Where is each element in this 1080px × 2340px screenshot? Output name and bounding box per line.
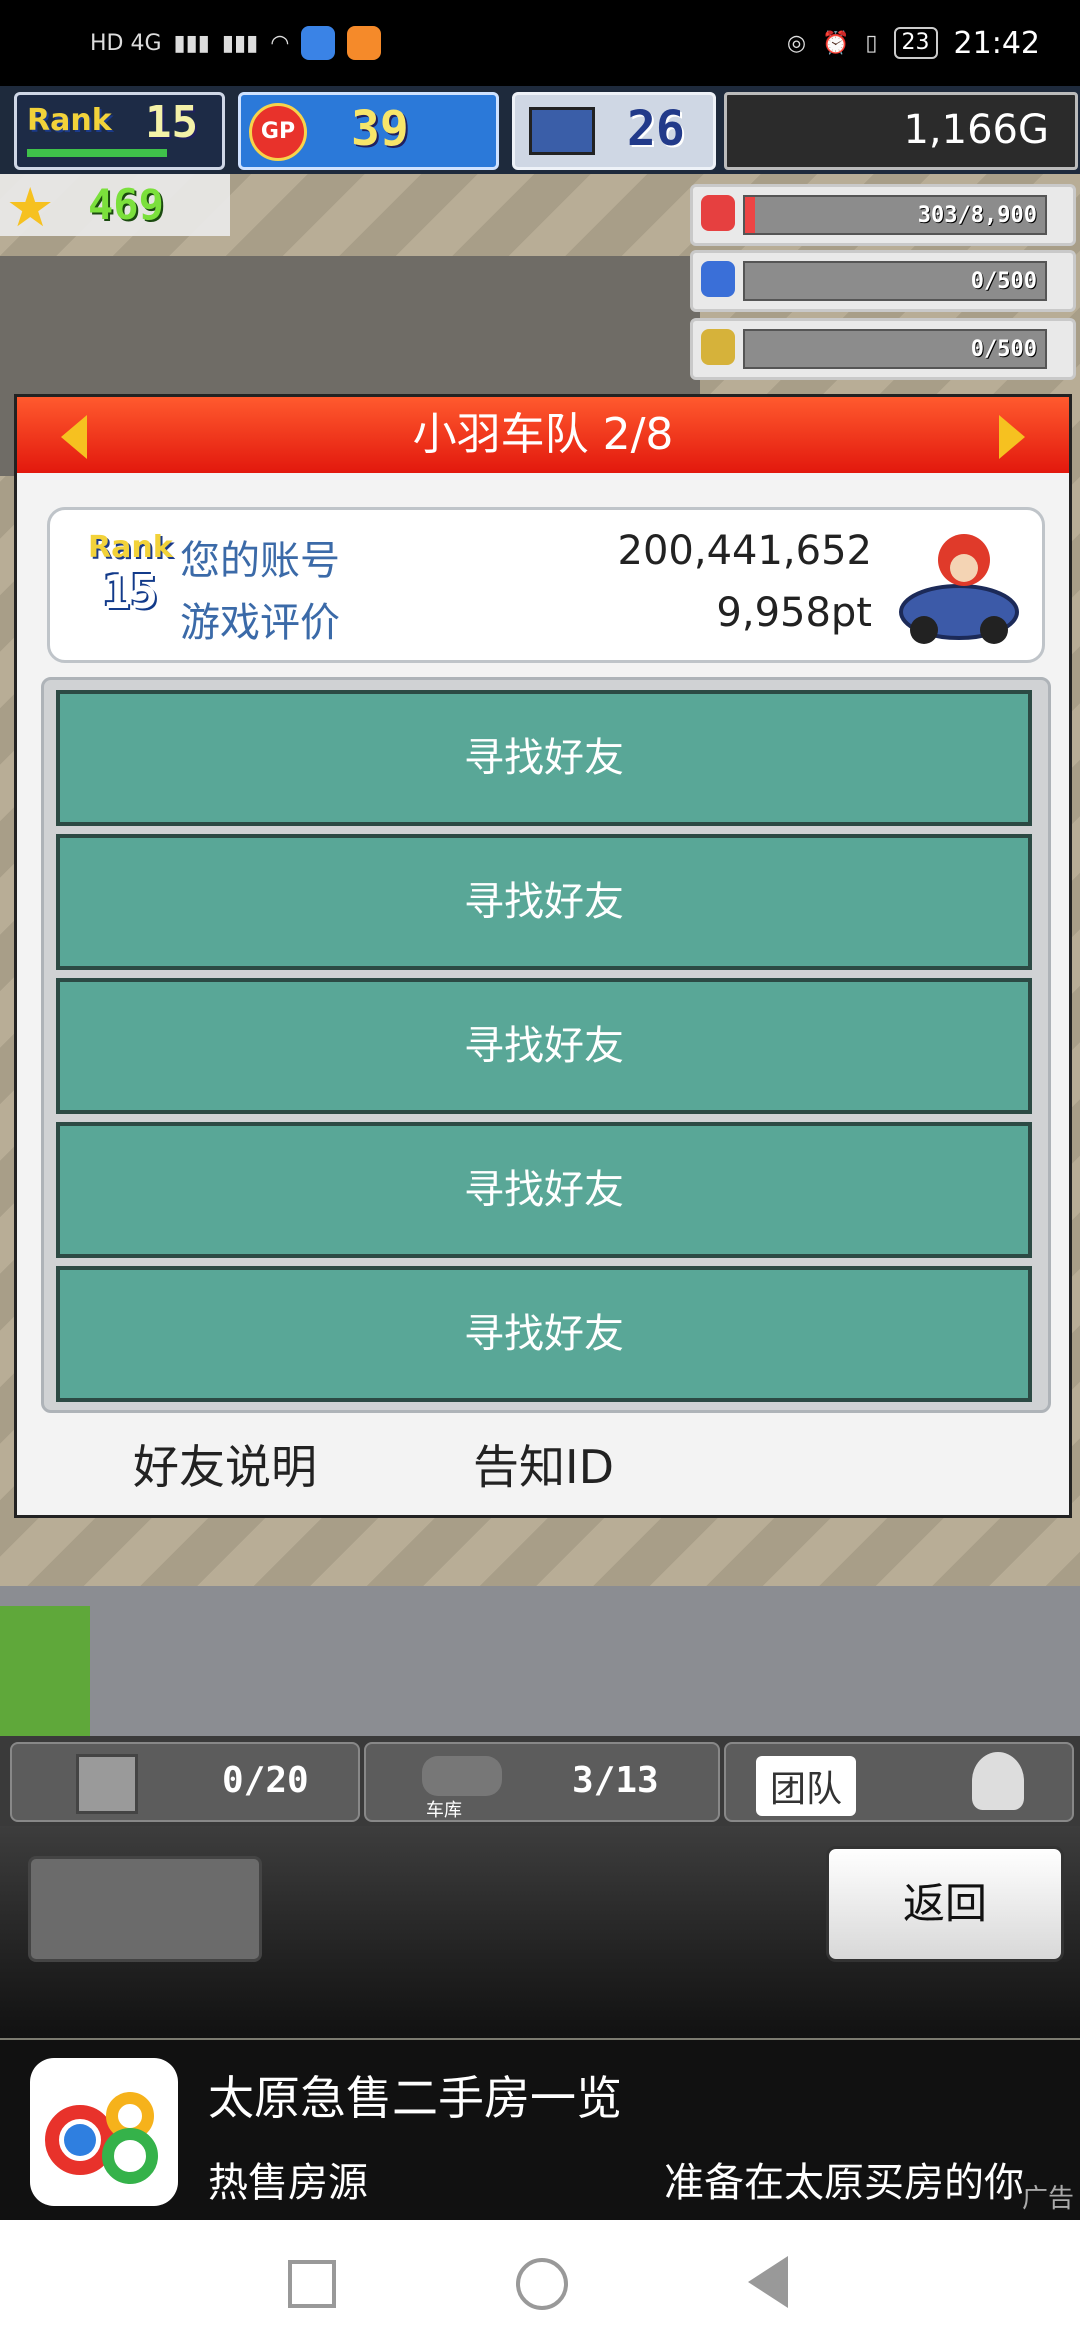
- next-arrow-icon[interactable]: [999, 415, 1025, 459]
- wifi-icon: ◠: [270, 30, 290, 56]
- back-nav-icon[interactable]: [748, 2256, 788, 2308]
- gp-value: 39: [351, 101, 409, 157]
- card-rank-value: 15: [102, 565, 159, 619]
- vibrate-icon: ▯: [865, 30, 878, 56]
- gp-label: GP: [260, 119, 296, 144]
- bottle-icon: [701, 261, 735, 297]
- battery-indicator: 23: [893, 27, 938, 59]
- staff-avatar-icon: [972, 1752, 1024, 1810]
- find-friend-button[interactable]: 寻找好友: [56, 690, 1032, 826]
- star-box[interactable]: ★ 469: [0, 174, 230, 239]
- player-rank-box[interactable]: Rank 15: [14, 92, 225, 170]
- find-friend-button[interactable]: 寻找好友: [56, 1266, 1032, 1402]
- signal-icon-2: ▮▮▮: [221, 30, 259, 56]
- top-hud: Rank 15 GP 39 26 1,166G: [0, 86, 1080, 174]
- back-button[interactable]: 返回: [826, 1846, 1064, 1962]
- panel-header: 小羽车队 2/8: [17, 397, 1069, 473]
- coin-stack-icon: [701, 195, 735, 231]
- ad-title: 太原急售二手房一览: [208, 2071, 622, 2125]
- game-tab-bar: 0/20 车库 3/13 团队: [0, 1736, 1080, 1826]
- account-label: 您的账号: [180, 538, 340, 584]
- gp-icon: GP: [249, 103, 307, 161]
- crate-icon: [76, 1754, 138, 1814]
- car-icon: [422, 1756, 502, 1796]
- status-right: ◎ ⏰ ▯ 23 21:42: [787, 18, 1040, 68]
- star-value: 469: [88, 180, 164, 229]
- star-icon: ★: [6, 176, 55, 239]
- team-label: 团队: [756, 1756, 857, 1816]
- home-icon[interactable]: [516, 2258, 568, 2310]
- alarm-icon: ⏰: [822, 30, 850, 56]
- ad-58-logo-icon: [30, 2058, 178, 2206]
- resource-bar: 0/500: [690, 250, 1076, 312]
- network-indicator: HD 4G: [90, 30, 162, 56]
- resource-track: 303/8,900: [743, 195, 1047, 235]
- panel-title: 小羽车队 2/8: [412, 409, 674, 460]
- rank-label: Rank: [27, 103, 112, 138]
- car-avatar-icon: [894, 520, 1024, 650]
- wheat-icon: [701, 329, 735, 365]
- friend-help-button[interactable]: 好友说明: [133, 1431, 317, 1497]
- materials-count: 0/20: [222, 1760, 309, 1801]
- headset-icon: ◎: [786, 30, 807, 56]
- find-friend-button[interactable]: 寻找好友: [56, 834, 1032, 970]
- rank-progress: [27, 149, 167, 157]
- rating-value: 9,958pt: [716, 590, 872, 636]
- resource-text: 0/500: [970, 269, 1037, 294]
- resource-text: 0/500: [970, 337, 1037, 362]
- status-left: HD 4G ▮▮▮ ▮▮▮ ◠: [90, 20, 382, 66]
- baidu-icon: [301, 26, 336, 60]
- gold-value: 1,166G: [903, 107, 1049, 153]
- card-rank-label: Rank: [88, 530, 173, 565]
- resource-track: 0/500: [743, 261, 1047, 301]
- rating-label: 游戏评价: [180, 600, 340, 646]
- gold-box[interactable]: 1,166G: [724, 92, 1078, 170]
- find-friend-button[interactable]: 寻找好友: [56, 978, 1032, 1114]
- tab-materials[interactable]: 0/20: [10, 1742, 360, 1822]
- resource-bar: 303/8,900: [690, 184, 1076, 246]
- find-friend-button[interactable]: 寻找好友: [56, 1122, 1032, 1258]
- ad-banner[interactable]: 太原急售二手房一览 热售房源 准备在太原买房的你 广告: [0, 2040, 1080, 2220]
- team-panel: 小羽车队 2/8 Rank 15 您的账号 200,441,652 游戏评价 9…: [14, 394, 1072, 1518]
- play-icon: [347, 26, 382, 60]
- rank-badge: Rank 15: [88, 530, 173, 619]
- resource-fill: [745, 197, 756, 233]
- pc-box[interactable]: 26: [512, 92, 716, 170]
- garage-label: 车库: [426, 1800, 462, 1821]
- tab-garage[interactable]: 车库 3/13: [364, 1742, 720, 1822]
- ad-right-text: 准备在太原买房的你: [664, 2160, 1024, 2206]
- account-card: Rank 15 您的账号 200,441,652 游戏评价 9,958pt: [47, 507, 1045, 663]
- tab-team[interactable]: 团队: [724, 1742, 1074, 1822]
- system-nav-bar: [0, 2220, 1080, 2340]
- garage-count: 3/13: [572, 1760, 659, 1801]
- gp-box[interactable]: GP 39: [238, 92, 499, 170]
- resource-bar: 0/500: [690, 318, 1076, 380]
- rank-value: 15: [145, 97, 198, 148]
- notify-id-button[interactable]: 告知ID: [473, 1431, 614, 1497]
- signal-icon: ▮▮▮: [173, 30, 210, 56]
- account-value: 200,441,652: [617, 528, 872, 574]
- ad-tag: 广告: [1021, 2184, 1074, 2214]
- status-bar: HD 4G ▮▮▮ ▮▮▮ ◠ ◎ ⏰ ▯ 23 21:42: [0, 0, 1080, 86]
- resource-track: 0/500: [743, 329, 1047, 369]
- action-bar: 返回: [0, 1826, 1080, 2038]
- empty-slot-button[interactable]: [28, 1856, 262, 1962]
- resource-text: 303/8,900: [917, 203, 1037, 228]
- recents-icon[interactable]: [288, 2260, 336, 2308]
- pc-value: 26: [627, 101, 685, 157]
- computer-icon: [529, 107, 595, 155]
- friend-list: 寻找好友 寻找好友 寻找好友 寻找好友 寻找好友: [41, 677, 1051, 1413]
- clock: 21:42: [953, 25, 1040, 61]
- ad-subtitle: 热售房源: [208, 2160, 368, 2206]
